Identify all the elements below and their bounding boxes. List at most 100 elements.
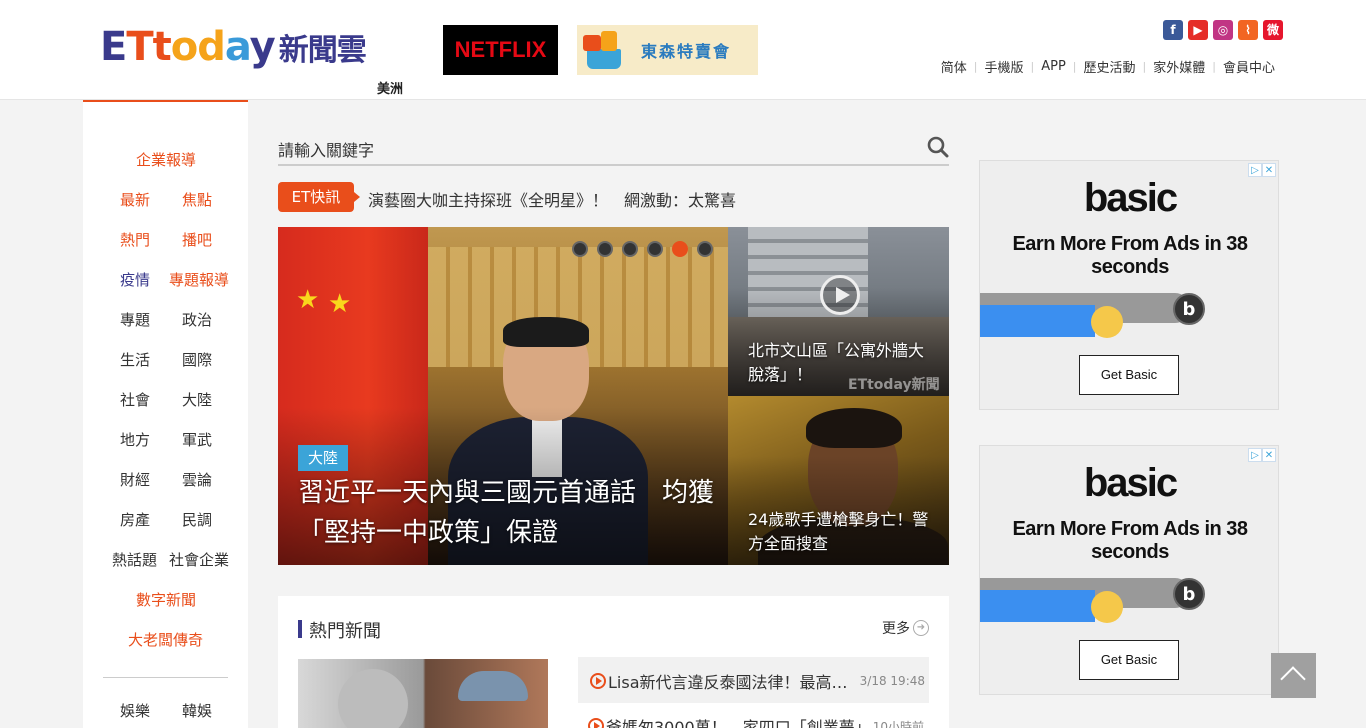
hot-news-item[interactable]: 爸媽匆3000萬！ 家四口「創業夢」 10小時前	[588, 714, 929, 728]
weibo-icon[interactable]: 微	[1263, 20, 1283, 40]
carousel-dot[interactable]	[647, 241, 663, 257]
hot-news-section: 熱門新聞 更多 ➜ Lisa新代言違反泰國法律！最高「罰10萬泰銖」 3/18 …	[278, 596, 949, 728]
nav-simplified[interactable]: 简体	[934, 57, 974, 76]
basic-logo-icon: b	[1173, 293, 1205, 325]
play-circle-icon	[590, 673, 606, 689]
side-story-title[interactable]: 24歲歌手遭槍擊身亡！警方全面搜查	[748, 508, 938, 556]
breaking-news-ticker: ET快訊 演藝圈大咖主持探班《全明星》！ 網激動：太驚喜	[278, 182, 949, 212]
ad-tagline: Earn More From Ads in 38 seconds	[1012, 518, 1248, 563]
advertisement[interactable]: ▷ ✕ basic Earn More From Ads in 38 second…	[979, 160, 1279, 410]
more-link[interactable]: 更多 ➜	[882, 618, 929, 638]
play-circle-icon	[588, 718, 604, 728]
sidebar-item-finance[interactable]: 財經	[120, 469, 150, 490]
ad-cta-button[interactable]: Get Basic	[1079, 640, 1179, 680]
sidebar-item-real-estate[interactable]: 房產	[120, 509, 150, 530]
ettoday-logo[interactable]: ETtoday 新聞雲 美洲	[100, 22, 405, 97]
hot-news-time: 3/18 19:48	[859, 674, 925, 688]
hero-title[interactable]: 習近平一天內與三國元首通話 均獲「堅持一中政策」保證	[298, 473, 718, 553]
breaking-news-headline[interactable]: 演藝圈大咖主持探班《全明星》！ 網激動：太驚喜	[368, 187, 736, 211]
nav-member-center[interactable]: 會員中心	[1216, 57, 1282, 76]
basic-logo-icon: b	[1173, 578, 1205, 610]
sidebar-item-politics[interactable]: 政治	[182, 309, 212, 330]
carousel-dot[interactable]	[572, 241, 588, 257]
sidebar-item-video[interactable]: 播吧	[182, 229, 212, 250]
nav-outdoor-media[interactable]: 家外媒體	[1146, 57, 1212, 76]
search-bar[interactable]: 請輸入關鍵字	[278, 130, 949, 166]
site-header: ETtoday 新聞雲 美洲 NETFLIX 東森特賣會 f ▶ ◎ ⌇ 微 简体…	[0, 0, 1366, 100]
sidebar-item-special-report[interactable]: 專題報導	[169, 269, 229, 290]
back-to-top-button[interactable]	[1271, 653, 1316, 698]
ad-progress-fill	[980, 590, 1095, 622]
arrow-right-icon: ➜	[913, 620, 929, 636]
carousel-dot[interactable]	[597, 241, 613, 257]
sidebar-item-society[interactable]: 社會	[120, 389, 150, 410]
ad-progress-knob	[1091, 591, 1123, 623]
flag-star: ★	[328, 289, 352, 319]
ad-choices[interactable]: ▷ ✕	[1248, 448, 1276, 462]
instagram-icon[interactable]: ◎	[1213, 20, 1233, 40]
sidebar-item-polls[interactable]: 民調	[182, 509, 212, 530]
hot-news-time: 10小時前	[872, 719, 925, 728]
ad-progress-fill	[980, 305, 1095, 337]
sidebar-item-mainland[interactable]: 大陸	[182, 389, 212, 410]
sidebar-item-life[interactable]: 生活	[120, 349, 150, 370]
youtube-icon[interactable]: ▶	[1188, 20, 1208, 40]
promo-label: 東森特賣會	[641, 42, 732, 61]
watermark: ETtoday新聞	[848, 377, 940, 393]
sidebar-item-topics[interactable]: 專題	[120, 309, 150, 330]
hot-news-title[interactable]: 爸媽匆3000萬！ 家四口「創業夢」	[606, 714, 871, 728]
category-sidebar: 企業報導 最新 焦點 熱門 播吧 疫情 專題報導 專題 政治 生活 國際 社會 …	[83, 100, 248, 728]
section-marker	[298, 620, 302, 638]
close-icon[interactable]: ✕	[1262, 163, 1276, 177]
hero-story[interactable]: ★ ★ 大陸 習近平一天內與三國元首通話 均獲「堅持一中政策」保證	[278, 227, 728, 565]
hot-news-title[interactable]: Lisa新代言違反泰國法律！最高「罰10萬泰銖」	[608, 669, 858, 693]
sidebar-item-entertainment[interactable]: 娛樂	[120, 700, 150, 721]
sidebar-item-trending[interactable]: 熱話題	[112, 549, 157, 570]
carousel-dot[interactable]	[622, 241, 638, 257]
ad-tagline: Earn More From Ads in 38 seconds	[1012, 233, 1248, 278]
promo-banner[interactable]: 東森特賣會	[577, 25, 758, 75]
hot-news-item[interactable]: Lisa新代言違反泰國法律！最高「罰10萬泰銖」 3/18 19:48	[578, 657, 929, 703]
shopping-basket-icon	[581, 29, 625, 71]
facebook-icon[interactable]: f	[1163, 20, 1183, 40]
side-story-2[interactable]: 24歲歌手遭槍擊身亡！警方全面搜查	[728, 396, 949, 565]
sidebar-item-military[interactable]: 軍武	[182, 429, 212, 450]
advertisement[interactable]: ▷ ✕ basic Earn More From Ads in 38 second…	[979, 445, 1279, 695]
carousel-dot-active[interactable]	[672, 241, 688, 257]
sidebar-item-hot[interactable]: 熱門	[120, 229, 150, 250]
sidebar-item-pandemic[interactable]: 疫情	[120, 269, 150, 290]
category-badge[interactable]: 大陸	[298, 445, 349, 471]
adchoices-icon[interactable]: ▷	[1248, 163, 1262, 177]
ad-choices[interactable]: ▷ ✕	[1248, 163, 1276, 177]
more-label: 更多	[882, 621, 910, 637]
hot-news-thumbnail[interactable]	[298, 659, 548, 728]
sidebar-item-latest[interactable]: 最新	[120, 189, 150, 210]
ad-progress-knob	[1091, 306, 1123, 338]
ad-cta-button[interactable]: Get Basic	[1079, 355, 1179, 395]
breaking-news-tag: ET快訊	[278, 182, 360, 212]
ad-brand: basic	[1083, 461, 1178, 505]
sidebar-item-korean-ent[interactable]: 韓娛	[182, 700, 212, 721]
sidebar-item-digital-news[interactable]: 數字新聞	[136, 589, 196, 610]
sidebar-item-focus[interactable]: 焦點	[182, 189, 212, 210]
sidebar-item-opinion[interactable]: 雲論	[182, 469, 212, 490]
sidebar-item-corporate[interactable]: 企業報導	[136, 149, 196, 170]
rss-icon[interactable]: ⌇	[1238, 20, 1258, 40]
sidebar-item-international[interactable]: 國際	[182, 349, 212, 370]
close-icon[interactable]: ✕	[1262, 448, 1276, 462]
sidebar-item-boss-legends[interactable]: 大老闆傳奇	[128, 629, 203, 650]
nav-app[interactable]: APP	[1034, 59, 1073, 74]
region-label: 美洲	[377, 82, 404, 97]
top-nav: 简体 | 手機版 | APP | 歷史活動 | 家外媒體 | 會員中心	[934, 57, 1282, 76]
nav-mobile[interactable]: 手機版	[977, 57, 1030, 76]
section-heading: 熱門新聞	[309, 621, 381, 642]
sidebar-item-local[interactable]: 地方	[120, 429, 150, 450]
nav-events[interactable]: 歷史活動	[1077, 57, 1143, 76]
search-input[interactable]: 請輸入關鍵字	[278, 137, 374, 161]
netflix-banner[interactable]: NETFLIX	[443, 25, 558, 75]
sidebar-item-social-enterprise[interactable]: 社會企業	[169, 549, 229, 570]
carousel-dot[interactable]	[697, 241, 713, 257]
search-icon[interactable]	[927, 136, 949, 158]
play-icon[interactable]	[820, 275, 860, 315]
adchoices-icon[interactable]: ▷	[1248, 448, 1262, 462]
